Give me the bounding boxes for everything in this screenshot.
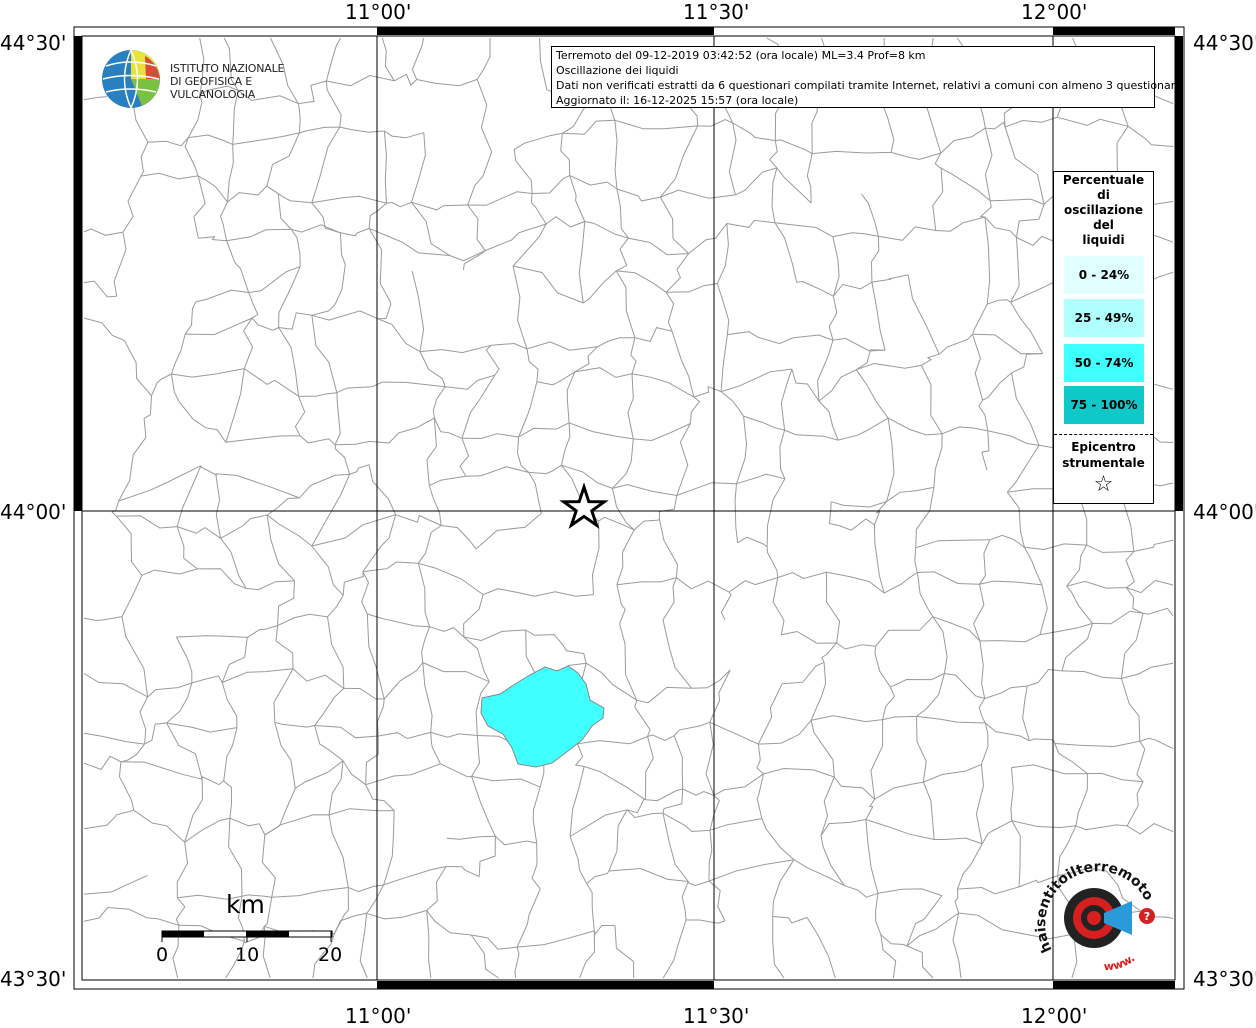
event-info-line-3: Dati non verificati estratti da 6 questi… bbox=[556, 79, 1182, 92]
legend-class-25-49: 25 - 49% bbox=[1064, 299, 1144, 337]
event-info-line-4: Aggiornato il: 16-12-2025 15:57 (ora loc… bbox=[556, 94, 799, 107]
legend-class-50-74: 50 - 74% bbox=[1064, 344, 1144, 382]
hst-logo-www: www. bbox=[1103, 951, 1137, 973]
legend-title-line: del bbox=[1093, 218, 1114, 232]
event-info-box: Terremoto del 09-12-2019 03:42:52 (ora l… bbox=[551, 46, 1182, 108]
lon-tick-top-3: 12°00' bbox=[1021, 0, 1088, 24]
ingv-globe-icon bbox=[102, 49, 161, 109]
scale-label-10: 10 bbox=[235, 944, 260, 966]
lat-tick-right-3: 43°30' bbox=[1193, 967, 1256, 991]
lat-tick-left-1: 44°30' bbox=[0, 31, 67, 55]
legend-star-icon: ☆ bbox=[1093, 472, 1114, 497]
event-info-line-2: Oscillazione dei liquidi bbox=[556, 64, 679, 77]
lat-tick-left-3: 43°30' bbox=[0, 967, 67, 991]
logo-line-2: DI GEOFISICA E VULCANOLOGIA bbox=[170, 75, 256, 101]
legend-class-0-24: 0 - 24% bbox=[1064, 256, 1144, 294]
legend: Percentuale di oscillazione del liquidi … bbox=[1053, 171, 1154, 504]
scale-unit: km bbox=[226, 890, 265, 919]
hst-logo[interactable]: ? haisentitoilterremoto.it www. bbox=[1034, 858, 1164, 976]
lon-tick-top-1: 11°00' bbox=[345, 0, 412, 24]
svg-text:www.: www. bbox=[1103, 951, 1137, 973]
lon-tick-bottom-1: 11°00' bbox=[345, 1004, 412, 1028]
lon-tick-bottom-3: 12°00' bbox=[1021, 1004, 1088, 1028]
legend-divider bbox=[1054, 434, 1153, 435]
legend-title: Percentuale di oscillazione del liquidi bbox=[1054, 173, 1153, 248]
scale-label-20: 20 bbox=[318, 944, 343, 966]
legend-epicenter-line: Epicentro bbox=[1071, 440, 1136, 454]
legend-title-line: oscillazione bbox=[1064, 203, 1143, 217]
ingv-logo: ISTITUTO NAZIONALE DI GEOFISICA E VULCAN… bbox=[100, 48, 320, 110]
legend-title-line: di bbox=[1097, 188, 1110, 202]
legend-epicenter-line: strumentale bbox=[1062, 456, 1145, 470]
logo-line-1: ISTITUTO NAZIONALE bbox=[170, 62, 285, 75]
lat-tick-right-2: 44°00' bbox=[1193, 500, 1256, 524]
lat-tick-right-1: 44°30' bbox=[1193, 31, 1256, 55]
event-info-line-1: Terremoto del 09-12-2019 03:42:52 (ora l… bbox=[556, 49, 926, 62]
lat-tick-left-2: 44°00' bbox=[0, 500, 67, 524]
lon-tick-top-2: 11°30' bbox=[683, 0, 750, 24]
legend-title-line: Percentuale bbox=[1062, 173, 1145, 187]
scale-label-0: 0 bbox=[156, 944, 169, 966]
legend-title-line: liquidi bbox=[1082, 233, 1125, 247]
svg-text:?: ? bbox=[1144, 910, 1150, 923]
map-frame-inner bbox=[81, 35, 1176, 981]
legend-class-75-100: 75 - 100% bbox=[1064, 386, 1144, 424]
lon-tick-bottom-2: 11°30' bbox=[683, 1004, 750, 1028]
legend-epicenter-label: Epicentro strumentale bbox=[1054, 439, 1153, 471]
